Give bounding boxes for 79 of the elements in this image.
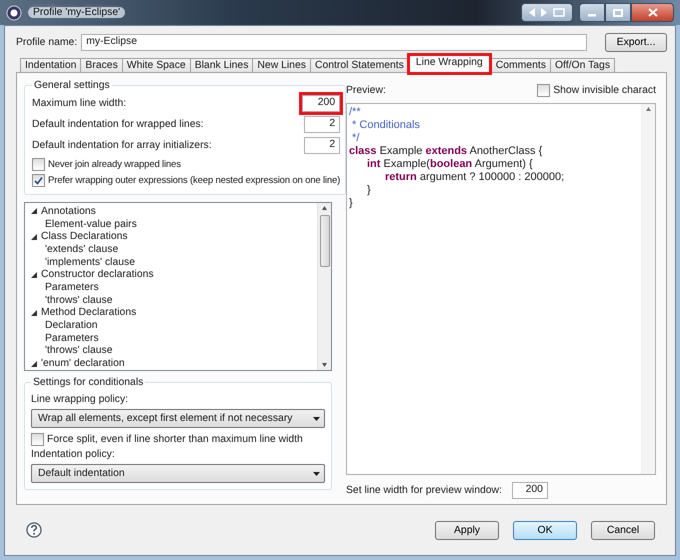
ok-button[interactable]: OK [513,520,577,540]
wrapping-policy-dropdown[interactable]: Wrap all elements, except first element if not necessary [31,409,325,428]
scrollbar-thumb[interactable] [320,215,330,267]
code-line: /** [349,106,361,119]
tab[interactable]: Line Wrapping [408,55,490,73]
code-line: */ [351,132,360,145]
tree-item[interactable]: 'throws' clause [45,345,112,356]
arrows-icon [527,7,567,18]
close-button[interactable] [631,3,674,22]
profile-name-label: Profile name: [16,36,78,48]
minimize-button[interactable] [579,3,605,22]
eclipse-logo-icon [6,4,22,20]
group-title: General settings [33,80,111,91]
apply-button[interactable]: Apply [435,520,499,540]
maximize-icon [613,8,623,16]
tab[interactable]: Blank Lines [190,58,254,73]
export-button[interactable]: Export... [605,32,667,52]
maximize-button[interactable] [605,3,631,22]
field-label: Indentation policy: [31,449,116,460]
tree-item[interactable]: Element-value pairs [45,218,137,230]
tree-item[interactable]: 'implements' clause [45,256,136,268]
profile-name-field[interactable]: my-Eclipse [81,34,587,50]
expanded-triangle-icon[interactable] [31,310,37,316]
scrollbar[interactable] [641,104,655,474]
caret-icon [313,472,320,476]
tab[interactable]: Braces [80,58,123,73]
tree-item[interactable]: Method Declarations [41,307,136,318]
code-line: class Example extends AnotherClass { [349,145,542,158]
tree-item[interactable]: Parameters [45,332,99,344]
tab[interactable]: New Lines [252,58,311,73]
tree-item[interactable]: Class Declarations [41,231,128,242]
tree-item[interactable]: Annotations [41,206,96,217]
field-label: Default indentation for wrapped lines: [32,119,204,130]
tab[interactable]: Control Statements [310,58,409,73]
field-label: Maximum line width: [32,98,126,109]
number-field[interactable]: 2 [304,137,340,154]
expanded-triangle-icon[interactable] [31,360,37,367]
preview-label: Preview: [346,84,386,96]
checkbox[interactable] [32,174,45,186]
tab[interactable]: Off/On Tags [550,58,616,73]
expanded-triangle-icon[interactable] [31,272,37,278]
scrollbar[interactable] [317,203,331,370]
number-field[interactable]: 200 [512,482,548,499]
field-label: Set line width for preview window: [346,485,502,496]
checkbox-label: Never join already wrapped lines [48,158,181,170]
caret-icon [313,416,320,420]
checkbox[interactable] [537,84,550,96]
number-field[interactable]: 200 [302,95,340,112]
checkbox-label: Prefer wrapping outer expressions (keep nested expression on one line) [48,174,340,186]
code-line: } [366,184,371,197]
code-line: } [349,197,353,210]
number-field[interactable]: 2 [304,116,340,133]
sync-button[interactable] [521,3,573,22]
expanded-triangle-icon[interactable] [31,208,37,214]
tab[interactable]: Indentation [20,58,82,73]
tree-item[interactable]: Declaration [45,320,98,332]
checkbox[interactable] [31,433,44,446]
code-line: int Example(boolean Argument) { [366,158,533,171]
code-line: * Conditionals [351,119,420,132]
check-icon [34,176,43,184]
tree-item[interactable]: 'extends' clause [45,244,118,255]
group-title: Settings for conditionals [32,377,144,388]
checkbox-label: Force split, even if line shorter than maximum line width [47,434,303,445]
tree-item[interactable]: 'enum' declaration [41,358,125,370]
tree-item[interactable]: 'throws' clause [45,294,112,306]
checkbox-label: Show invisible charact [553,84,656,96]
indentation-policy-dropdown[interactable]: Default indentation [31,464,325,483]
code-line: return argument ? 100000 : 200000; [384,171,564,184]
field-label: Default indentation for array initializers: [32,140,212,151]
checkbox[interactable] [32,158,45,170]
tree-item[interactable]: Parameters [45,282,99,293]
tab[interactable]: Comments [490,58,551,73]
expanded-triangle-icon[interactable] [31,234,37,240]
tree-item[interactable]: Constructor declarations [41,269,154,280]
close-icon [648,8,658,17]
field-label: Line wrapping policy: [31,394,130,405]
cancel-button[interactable]: Cancel [591,520,655,540]
help-icon[interactable] [26,522,42,538]
tab[interactable]: White Space [122,58,191,73]
